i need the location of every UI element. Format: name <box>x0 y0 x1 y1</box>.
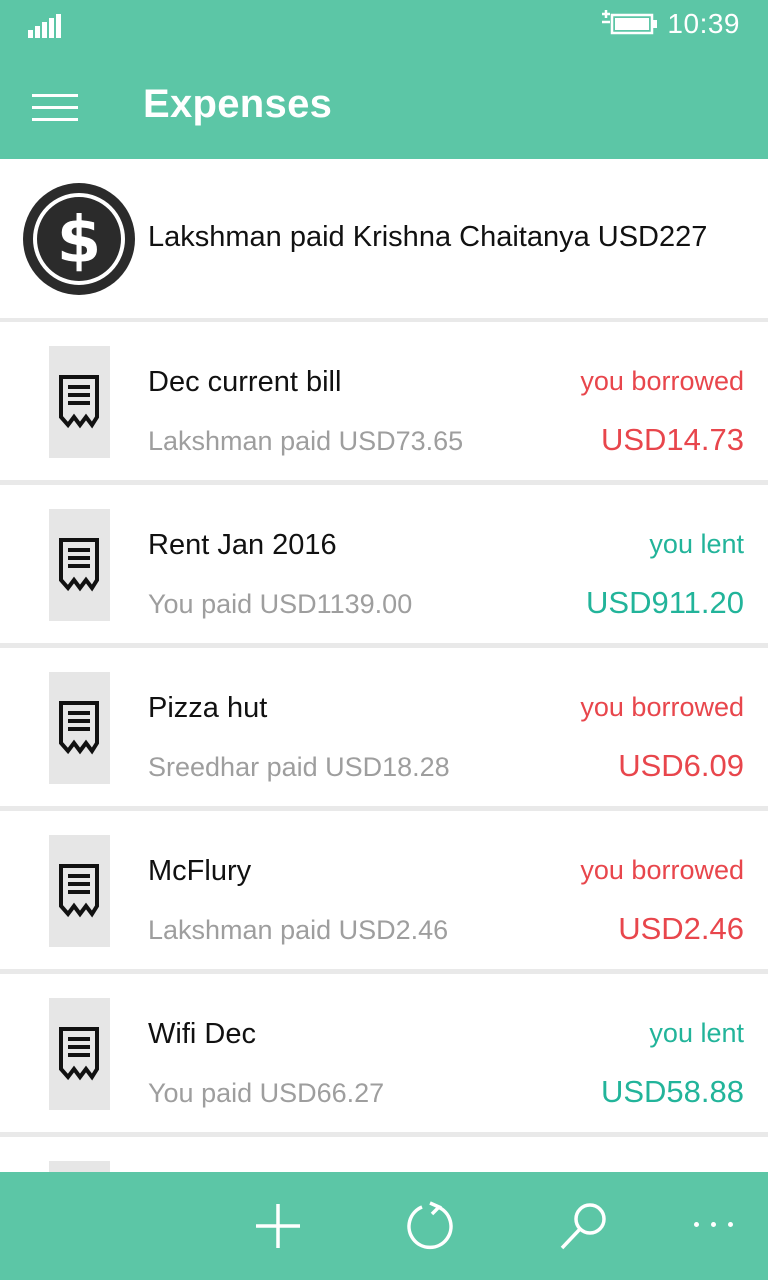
balance-amount: USD14.73 <box>600 422 744 457</box>
signal-strength-icon <box>28 12 64 38</box>
expense-row[interactable]: Dec current bill Lakshman paid USD73.65 … <box>0 322 768 480</box>
receipt-icon <box>49 346 110 458</box>
balance-amount: USD58.88 <box>600 1074 744 1109</box>
expense-row[interactable]: Wifi Dec You paid USD66.27 you lent USD5… <box>0 974 768 1132</box>
expense-payer: You paid USD1139.00 <box>148 589 413 619</box>
expense-title: Dec current bill <box>148 366 342 398</box>
balance-status: you lent <box>649 529 744 559</box>
settlement-item[interactable]: $ Lakshman paid Krishna Chaitanya USD227 <box>0 159 768 318</box>
page-title: Expenses <box>143 82 333 126</box>
svg-text:$: $ <box>57 204 102 278</box>
expense-payer: Sreedhar paid USD18.28 <box>148 752 450 782</box>
settlement-text: Lakshman paid Krishna Chaitanya USD227 <box>148 221 708 253</box>
balance-status: you borrowed <box>580 366 744 396</box>
add-icon[interactable] <box>250 1198 306 1254</box>
receipt-icon <box>49 1161 110 1172</box>
more-icon[interactable] <box>694 1222 734 1232</box>
menu-icon[interactable] <box>32 94 78 122</box>
search-icon[interactable] <box>556 1198 612 1254</box>
refresh-icon[interactable] <box>402 1198 458 1254</box>
expense-title: Rent Jan 2016 <box>148 529 337 561</box>
receipt-icon <box>49 835 110 947</box>
expense-title: Wifi Dec <box>148 1018 256 1050</box>
expense-row[interactable]: Pizza hut Sreedhar paid USD18.28 you bor… <box>0 648 768 806</box>
battery-charging-icon <box>602 10 657 35</box>
expense-title: McFlury <box>148 855 252 887</box>
dollar-icon: $ <box>23 183 135 295</box>
balance-status: you borrowed <box>580 855 744 885</box>
header: Expenses <box>0 52 768 159</box>
receipt-icon <box>49 998 110 1110</box>
balance-amount: USD2.46 <box>618 911 744 946</box>
expense-row-partial[interactable] <box>0 1137 768 1172</box>
expense-row[interactable]: McFlury Lakshman paid USD2.46 you borrow… <box>0 811 768 969</box>
expense-payer: Lakshman paid USD73.65 <box>148 426 464 456</box>
expense-list[interactable]: $ Lakshman paid Krishna Chaitanya USD227… <box>0 159 768 1172</box>
receipt-icon <box>49 509 110 621</box>
balance-amount: USD911.20 <box>586 585 744 620</box>
balance-amount: USD6.09 <box>618 748 744 783</box>
expense-payer: You paid USD66.27 <box>148 1078 385 1108</box>
balance-status: you borrowed <box>580 692 744 722</box>
expense-payer: Lakshman paid USD2.46 <box>148 915 449 945</box>
app-bar <box>0 1172 768 1280</box>
expense-row[interactable]: Rent Jan 2016 You paid USD1139.00 you le… <box>0 485 768 643</box>
balance-status: you lent <box>649 1018 744 1048</box>
receipt-icon <box>49 672 110 784</box>
status-bar: 10:39 <box>0 0 768 52</box>
expense-title: Pizza hut <box>148 692 268 724</box>
clock: 10:39 <box>667 8 740 39</box>
